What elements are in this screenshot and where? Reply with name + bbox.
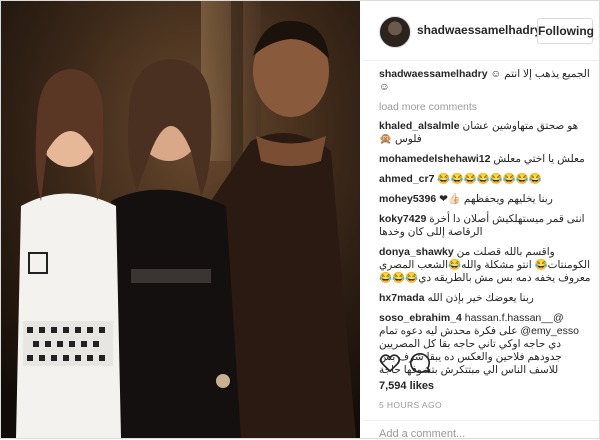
avatar[interactable] bbox=[379, 16, 411, 48]
comment-item: mohey5396 ربنا يخليهم ويحفظهم 👍🏻❤ bbox=[379, 193, 593, 206]
comments-list: shadwaessamelhadry الجميع يذهب إلا انتم … bbox=[379, 68, 593, 384]
comment-username[interactable]: hx7mada bbox=[379, 292, 425, 304]
caption-username[interactable]: shadwaessamelhadry bbox=[379, 68, 488, 80]
comment-username[interactable]: donya_shawky bbox=[379, 246, 454, 258]
comment-bubble-icon[interactable] bbox=[409, 352, 431, 374]
like-heart-icon[interactable] bbox=[379, 352, 401, 374]
comment-text: ربنا يخليهم ويحفظهم 👍🏻❤ bbox=[439, 193, 553, 205]
post-header: shadwaessamelhadry Following bbox=[363, 0, 599, 61]
likes-count[interactable]: 7,594 likes bbox=[379, 380, 434, 392]
comment-item: mohamedelshehawi12 معلش يا اختي معلش bbox=[379, 153, 593, 166]
comment-username[interactable]: soso_ebrahim_4 bbox=[379, 312, 462, 324]
post-actions bbox=[379, 352, 593, 376]
comment-username[interactable]: mohey5396 bbox=[379, 193, 436, 205]
post-photo[interactable] bbox=[1, 1, 360, 438]
following-button[interactable]: Following bbox=[537, 18, 594, 44]
caption: shadwaessamelhadry الجميع يذهب إلا انتم … bbox=[379, 68, 593, 94]
comment-username[interactable]: khaled_alsalmle bbox=[379, 120, 460, 132]
comment-username[interactable]: koky7429 bbox=[379, 213, 426, 225]
post-sidebar: shadwaessamelhadry Following shadwaessam… bbox=[363, 0, 599, 440]
comment-item: ahmed_cr7 😂😂😂😂😂😂😂😂 bbox=[379, 173, 593, 186]
post-timestamp: 5 HOURS AGO bbox=[379, 400, 442, 410]
add-comment-field[interactable]: Add a comment... bbox=[363, 420, 599, 440]
comment-item: koky7429 انتى قمر ميستهلكيش أصلان دا أخر… bbox=[379, 213, 593, 239]
comment-text: 😂😂😂😂😂😂😂😂 bbox=[437, 173, 542, 185]
comment-username[interactable]: mohamedelshehawi12 bbox=[379, 153, 490, 165]
comment-item: hx7mada ربنا يعوضك خير بإذن الله bbox=[379, 292, 593, 305]
post-photo-image bbox=[1, 1, 360, 438]
comment-username[interactable]: ahmed_cr7 bbox=[379, 173, 434, 185]
comment-item: khaled_alsalmle هو صحتق متهاوشين عشان فل… bbox=[379, 120, 593, 146]
comment-text: ربنا يعوضك خير بإذن الله bbox=[427, 292, 534, 304]
comment-item: donya_shawky واقسم بالله قصلت من الكومنت… bbox=[379, 246, 593, 285]
comment-text: معلش يا اختي معلش bbox=[493, 153, 585, 165]
header-username[interactable]: shadwaessamelhadry bbox=[417, 23, 541, 37]
add-comment-placeholder[interactable]: Add a comment... bbox=[379, 428, 465, 440]
load-more-comments-link[interactable]: load more comments bbox=[379, 101, 593, 113]
